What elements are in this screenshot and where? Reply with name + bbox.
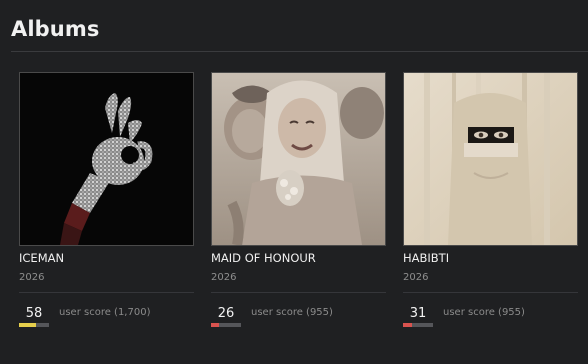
- score-value: 31: [409, 306, 427, 321]
- score-value: 58: [25, 306, 43, 321]
- album-title[interactable]: HABIBTI: [403, 251, 449, 265]
- couple-portrait-art: [212, 73, 385, 245]
- album-year: 2026: [403, 272, 429, 283]
- album-year: 2026: [211, 272, 237, 283]
- album-card[interactable]: ICEMAN 2026 58 user score (1,700): [19, 72, 194, 327]
- album-cover[interactable]: [211, 72, 386, 246]
- score-bar-fill: [403, 323, 413, 327]
- score-value: 26: [217, 306, 235, 321]
- section-title: Albums: [11, 17, 100, 41]
- score-bar: [403, 323, 433, 327]
- card-divider: [403, 292, 578, 293]
- album-cover[interactable]: [19, 72, 194, 246]
- veiled-face-art: [404, 73, 577, 245]
- score-label: user score (955): [443, 307, 525, 318]
- score-bar-fill: [19, 323, 37, 327]
- ok-hand-glove-art: [20, 73, 193, 245]
- section-divider: [11, 51, 588, 52]
- card-divider: [211, 292, 386, 293]
- album-card[interactable]: HABIBTI 2026 31 user score (955): [403, 72, 578, 327]
- score-bar-fill: [211, 323, 219, 327]
- score-bar: [19, 323, 49, 327]
- album-year: 2026: [19, 272, 45, 283]
- score-label: user score (955): [251, 307, 333, 318]
- album-title[interactable]: MAID OF HONOUR: [211, 251, 316, 265]
- score-label: user score (1,700): [59, 307, 151, 318]
- album-cover[interactable]: [403, 72, 578, 246]
- album-card[interactable]: MAID OF HONOUR 2026 26 user score (955): [211, 72, 386, 327]
- score-bar: [211, 323, 241, 327]
- album-title[interactable]: ICEMAN: [19, 251, 64, 265]
- card-divider: [19, 292, 194, 293]
